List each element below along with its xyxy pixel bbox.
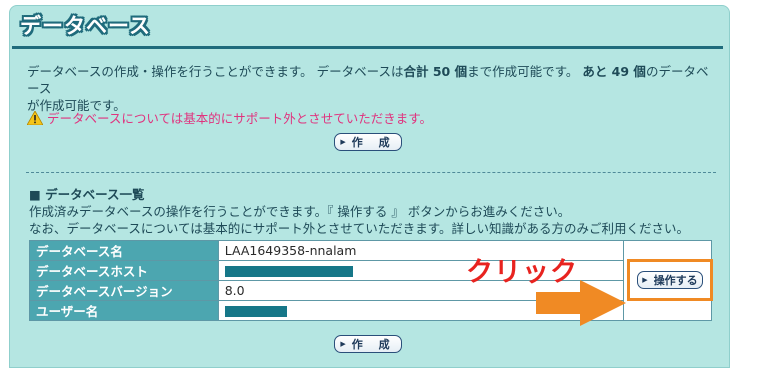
intro-part-a: データベースの作成・操作を行うことができます。 データベースは	[27, 64, 404, 79]
play-arrow-icon: ▶	[340, 138, 346, 146]
create-button-bottom[interactable]: ▶ 作 成	[334, 335, 402, 353]
section-desc-line2: なお、データベースについては基本的にサポート外とさせていただきます。詳しい知識が…	[29, 221, 690, 236]
redacted-host	[224, 266, 353, 277]
section-description: 作成済みデータベースの操作を行うことができます。『 操作する 』 ボタンからお進…	[29, 203, 719, 237]
intro-text: データベースの作成・操作を行うことができます。 データベースは合計 50 個まで…	[27, 63, 717, 114]
db-version-label: データベースバージョン	[29, 280, 219, 301]
db-user-label: ユーザー名	[29, 300, 219, 321]
intro-total: 合計 50 個	[403, 64, 468, 79]
warning-triangle-icon	[27, 110, 43, 125]
db-name-label: データベース名	[29, 240, 219, 261]
create-button-top[interactable]: ▶ 作 成	[334, 133, 402, 151]
operate-button-label: 操作する	[653, 274, 698, 287]
section-desc-line1: 作成済みデータベースの操作を行うことができます。『 操作する 』 ボタンからお進…	[29, 204, 571, 219]
section-title: ■ データベース一覧	[29, 187, 145, 202]
intro-part-b: まで作成可能です。	[467, 64, 583, 79]
page-title: データベース	[20, 14, 151, 38]
play-arrow-icon: ▶	[642, 276, 648, 284]
warning-text: データベースについては基本的にサポート外とさせていただきます。	[47, 111, 433, 126]
section-divider	[26, 172, 716, 173]
create-button-label: 作 成	[351, 136, 396, 149]
create-button-label: 作 成	[351, 338, 396, 351]
intro-remain: あと 49 個	[582, 64, 646, 79]
orange-arrow-icon	[536, 280, 626, 326]
redacted-user	[224, 306, 287, 317]
table-row: データベース名 LAA1649358-nnalam	[29, 240, 713, 321]
warning-message: データベースについては基本的にサポート外とさせていただきます。	[27, 108, 432, 127]
play-arrow-icon: ▶	[340, 340, 346, 348]
operate-button[interactable]: ▶ 操作する	[637, 271, 703, 289]
title-underline	[12, 46, 723, 49]
db-host-label: データベースホスト	[29, 260, 219, 281]
